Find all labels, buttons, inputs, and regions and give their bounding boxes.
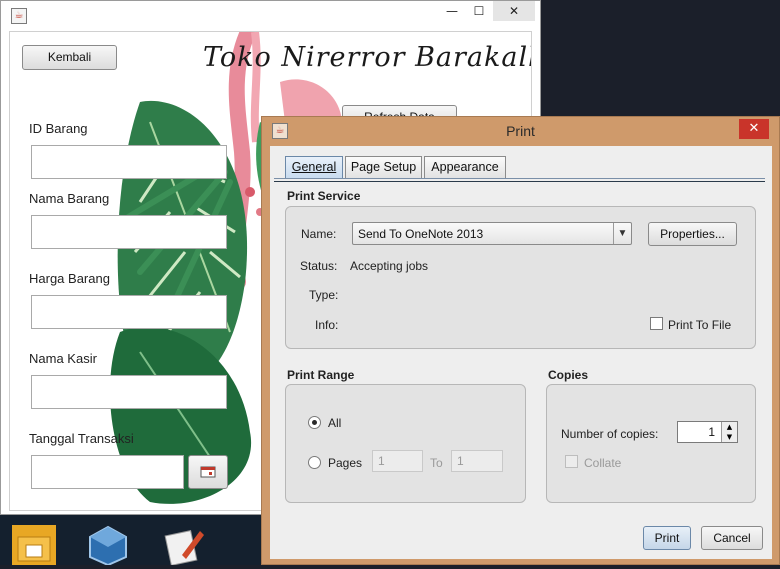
minimize-icon[interactable]: — — [439, 1, 465, 21]
close-icon[interactable]: ✕ — [493, 1, 535, 21]
cancel-button[interactable]: Cancel — [701, 526, 763, 550]
pages-from-input[interactable]: 1 — [372, 450, 423, 472]
java-icon: ☕ — [11, 8, 27, 24]
properties-button-label: Properties... — [660, 227, 725, 241]
copies-panel — [546, 384, 756, 503]
tab-appearance[interactable]: Appearance — [424, 156, 506, 178]
number-of-copies-value: 1 — [708, 425, 715, 439]
shop-title: Toko Nirerror Barakallah — [203, 42, 531, 73]
printer-select[interactable]: Send To OneNote 2013 ▼ — [352, 222, 632, 245]
taskbar — [0, 515, 262, 567]
status-label: Status: — [300, 259, 338, 273]
type-label: Type: — [309, 288, 339, 302]
tab-page-setup-label: Page Setup — [350, 160, 417, 174]
chevron-down-icon: ▼ — [613, 223, 631, 244]
taskbar-editor-icon[interactable] — [162, 525, 206, 566]
pages-label: Pages — [328, 456, 363, 470]
collate-label: Collate — [584, 456, 622, 470]
print-range-title: Print Range — [287, 368, 355, 382]
print-to-file-label: Print To File — [668, 318, 732, 332]
tab-general[interactable]: General — [285, 156, 343, 178]
print-range-panel — [285, 384, 526, 503]
number-of-copies-spinner[interactable]: 1 ▲ ▼ — [677, 421, 738, 443]
nama-kasir-input[interactable] — [31, 375, 227, 409]
print-button-label: Print — [654, 531, 680, 545]
harga-barang-label: Harga Barang — [29, 271, 110, 286]
tab-page-setup[interactable]: Page Setup — [345, 156, 422, 178]
maximize-icon[interactable]: ☐ — [467, 1, 491, 21]
nama-barang-input[interactable] — [31, 215, 227, 249]
main-window-titlebar: ☕ — ☐ ✕ — [1, 1, 540, 28]
pages-radio[interactable] — [308, 456, 321, 469]
taskbar-app-icon[interactable] — [12, 525, 56, 565]
back-button[interactable]: Kembali — [22, 45, 117, 70]
properties-button[interactable]: Properties... — [648, 222, 737, 246]
tanggal-transaksi-input[interactable] — [31, 455, 184, 489]
pages-to-input[interactable]: 1 — [451, 450, 503, 472]
close-icon[interactable]: ✕ — [739, 119, 769, 139]
folder-icon — [17, 536, 51, 562]
pages-to-label: To — [430, 456, 443, 470]
print-dialog: ☕ Print ✕ General Page Setup Appearance … — [261, 116, 780, 565]
tab-divider — [274, 178, 765, 182]
date-picker-button[interactable] — [188, 455, 228, 489]
print-to-file-checkbox[interactable] — [650, 317, 663, 330]
name-label: Name: — [301, 227, 337, 241]
number-of-copies-label: Number of copies: — [561, 427, 659, 441]
print-dialog-body: General Page Setup Appearance Print Serv… — [270, 146, 772, 559]
print-button[interactable]: Print — [643, 526, 691, 550]
nama-barang-label: Nama Barang — [29, 191, 110, 206]
editor-icon — [164, 530, 204, 566]
print-dialog-titlebar: ☕ Print ✕ — [262, 117, 779, 145]
status-value: Accepting jobs — [350, 259, 429, 273]
cancel-button-label: Cancel — [713, 531, 751, 545]
calendar-icon — [200, 466, 216, 478]
all-label: All — [328, 416, 342, 430]
copies-title: Copies — [548, 368, 589, 382]
tab-appearance-label: Appearance — [431, 160, 499, 174]
virtualbox-icon — [89, 525, 127, 567]
nama-kasir-label: Nama Kasir — [29, 351, 97, 366]
printer-select-value: Send To OneNote 2013 — [358, 227, 484, 241]
print-service-title: Print Service — [287, 189, 361, 203]
all-radio[interactable] — [308, 416, 321, 429]
taskbar-virtualbox-icon[interactable] — [86, 525, 130, 567]
tab-general-label: General — [291, 160, 337, 174]
id-barang-input[interactable] — [31, 145, 227, 179]
info-label: Info: — [315, 318, 339, 332]
spinner-down-icon[interactable]: ▼ — [721, 432, 737, 442]
print-dialog-title: Print — [506, 123, 535, 139]
id-barang-label: ID Barang — [29, 121, 88, 136]
collate-checkbox[interactable] — [565, 455, 578, 468]
harga-barang-input[interactable] — [31, 295, 227, 329]
tanggal-transaksi-label: Tanggal Transaksi — [29, 431, 134, 446]
